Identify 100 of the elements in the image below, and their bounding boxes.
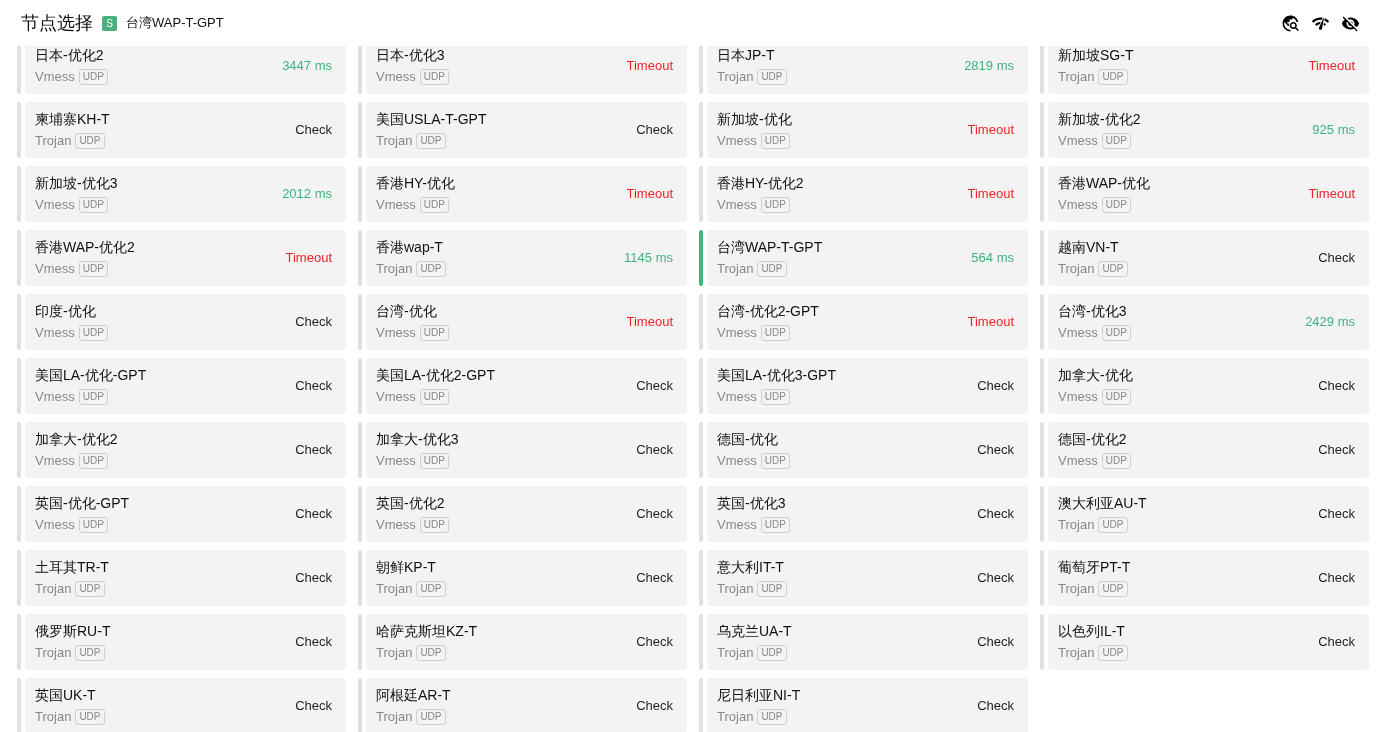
proxy-card[interactable]: 澳大利亚AU-T Trojan UDP Check	[1048, 486, 1369, 542]
latency-button[interactable]: Check	[636, 442, 673, 458]
latency-button[interactable]: Check	[295, 442, 332, 458]
proxy-card[interactable]: 日本-优化3 Vmess UDP Timeout	[366, 46, 687, 94]
latency-button[interactable]: Timeout	[967, 314, 1014, 330]
latency-button[interactable]: Check	[977, 570, 1014, 586]
proxy-card[interactable]: 加拿大-优化3 Vmess UDP Check	[366, 422, 687, 478]
latency-button[interactable]: Check	[1318, 634, 1355, 650]
proxy-card[interactable]: 香港WAP-优化 Vmess UDP Timeout	[1048, 166, 1369, 222]
udp-tag: UDP	[78, 197, 108, 213]
latency-button[interactable]: Check	[1318, 442, 1355, 458]
latency-button[interactable]: Check	[636, 634, 673, 650]
latency-button[interactable]: Check	[1318, 506, 1355, 522]
latency-button[interactable]: Timeout	[626, 58, 673, 74]
proxy-card[interactable]: 日本JP-T Trojan UDP 2819 ms	[707, 46, 1028, 94]
globe-search-icon[interactable]	[1281, 13, 1300, 33]
proxy-card[interactable]: 印度-优化 Vmess UDP Check	[25, 294, 346, 350]
proxy-card[interactable]: 尼日利亚NI-T Trojan UDP Check	[707, 678, 1028, 732]
latency-button[interactable]: Check	[295, 570, 332, 586]
proxy-name: 香港WAP-优化	[1058, 174, 1151, 193]
proxy-card[interactable]: 日本-优化2 Vmess UDP 3447 ms	[25, 46, 346, 94]
latency-button[interactable]: Timeout	[1308, 186, 1355, 202]
udp-tag: UDP	[416, 645, 446, 661]
eye-slash-icon[interactable]	[1341, 13, 1360, 33]
proxy-card[interactable]: 美国LA-优化3-GPT Vmess UDP Check	[707, 358, 1028, 414]
proxy-card[interactable]: 香港WAP-优化2 Vmess UDP Timeout	[25, 230, 346, 286]
proxy-card[interactable]: 意大利IT-T Trojan UDP Check	[707, 550, 1028, 606]
latency-button[interactable]: Check	[295, 634, 332, 650]
proxy-card[interactable]: 土耳其TR-T Trojan UDP Check	[25, 550, 346, 606]
proxy-name: 土耳其TR-T	[35, 558, 109, 577]
latency-button[interactable]: Check	[295, 122, 332, 138]
proxy-card[interactable]: 英国-优化2 Vmess UDP Check	[366, 486, 687, 542]
latency-button[interactable]: Check	[295, 378, 332, 394]
proxy-card[interactable]: 英国-优化-GPT Vmess UDP Check	[25, 486, 346, 542]
proxy-type: Trojan	[376, 581, 413, 597]
proxy-card[interactable]: 香港wap-T Trojan UDP 1145 ms	[366, 230, 687, 286]
proxy-card[interactable]: 俄罗斯RU-T Trojan UDP Check	[25, 614, 346, 670]
proxy-card[interactable]: 新加坡-优化2 Vmess UDP 925 ms	[1048, 102, 1369, 158]
proxy-card[interactable]: 香港HY-优化2 Vmess UDP Timeout	[707, 166, 1028, 222]
latency-button[interactable]: Timeout	[626, 314, 673, 330]
latency-button[interactable]: Check	[295, 698, 332, 714]
proxy-name: 意大利IT-T	[717, 558, 784, 577]
latency-button[interactable]: Timeout	[626, 186, 673, 202]
proxy-type: Vmess	[35, 325, 75, 341]
latency-button[interactable]: Check	[977, 634, 1014, 650]
proxy-card[interactable]: 英国UK-T Trojan UDP Check	[25, 678, 346, 732]
udp-tag: UDP	[1101, 453, 1131, 469]
proxy-card[interactable]: 台湾WAP-T-GPT Trojan UDP 564 ms	[707, 230, 1028, 286]
latency-button[interactable]: Timeout	[967, 122, 1014, 138]
udp-tag: UDP	[760, 325, 790, 341]
proxy-name: 美国USLA-T-GPT	[376, 110, 487, 129]
latency-button[interactable]: Check	[636, 570, 673, 586]
proxy-card[interactable]: 美国LA-优化-GPT Vmess UDP Check	[25, 358, 346, 414]
proxy-card[interactable]: 香港HY-优化 Vmess UDP Timeout	[366, 166, 687, 222]
udp-tag: UDP	[75, 581, 105, 597]
proxy-card[interactable]: 加拿大-优化 Vmess UDP Check	[1048, 358, 1369, 414]
latency-button[interactable]: Check	[636, 378, 673, 394]
proxy-card[interactable]: 以色列IL-T Trojan UDP Check	[1048, 614, 1369, 670]
latency-button[interactable]: Check	[1318, 250, 1355, 266]
latency-button[interactable]: Check	[295, 506, 332, 522]
latency-button[interactable]: Timeout	[285, 250, 332, 266]
proxy-card[interactable]: 葡萄牙PT-T Trojan UDP Check	[1048, 550, 1369, 606]
proxy-card[interactable]: 英国-优化3 Vmess UDP Check	[707, 486, 1028, 542]
proxy-card[interactable]: 美国USLA-T-GPT Trojan UDP Check	[366, 102, 687, 158]
latency-button[interactable]: Check	[977, 378, 1014, 394]
latency-button[interactable]: Timeout	[967, 186, 1014, 202]
latency-button[interactable]: Timeout	[1308, 58, 1355, 74]
latency-button[interactable]: Check	[636, 506, 673, 522]
latency-button[interactable]: Check	[1318, 570, 1355, 586]
proxy-card[interactable]: 哈萨克斯坦KZ-T Trojan UDP Check	[366, 614, 687, 670]
proxy-card[interactable]: 德国-优化 Vmess UDP Check	[707, 422, 1028, 478]
latency-button[interactable]: Check	[1318, 378, 1355, 394]
proxy-type: Trojan	[376, 709, 413, 725]
proxy-card[interactable]: 柬埔寨KH-T Trojan UDP Check	[25, 102, 346, 158]
latency-button[interactable]: Check	[295, 314, 332, 330]
proxy-card[interactable]: 阿根廷AR-T Trojan UDP Check	[366, 678, 687, 732]
proxy-card[interactable]: 德国-优化2 Vmess UDP Check	[1048, 422, 1369, 478]
proxy-card[interactable]: 越南VN-T Trojan UDP Check	[1048, 230, 1369, 286]
proxy-card[interactable]: 乌克兰UA-T Trojan UDP Check	[707, 614, 1028, 670]
udp-tag: UDP	[760, 197, 790, 213]
proxy-card[interactable]: 台湾-优化3 Vmess UDP 2429 ms	[1048, 294, 1369, 350]
proxy-card[interactable]: 新加坡-优化 Vmess UDP Timeout	[707, 102, 1028, 158]
proxy-type: Trojan	[717, 645, 754, 661]
proxy-card[interactable]: 美国LA-优化2-GPT Vmess UDP Check	[366, 358, 687, 414]
proxy-name: 新加坡-优化3	[35, 174, 118, 193]
proxy-card[interactable]: 新加坡-优化3 Vmess UDP 2012 ms	[25, 166, 346, 222]
latency-button[interactable]: Check	[636, 122, 673, 138]
proxy-type: Vmess	[376, 69, 416, 85]
proxy-card[interactable]: 朝鲜KP-T Trojan UDP Check	[366, 550, 687, 606]
proxy-card[interactable]: 加拿大-优化2 Vmess UDP Check	[25, 422, 346, 478]
proxy-type: Trojan	[35, 645, 72, 661]
proxy-card[interactable]: 新加坡SG-T Trojan UDP Timeout	[1048, 46, 1369, 94]
proxy-name: 乌克兰UA-T	[717, 622, 792, 641]
latency-button[interactable]: Check	[977, 506, 1014, 522]
latency-button[interactable]: Check	[636, 698, 673, 714]
latency-button[interactable]: Check	[977, 698, 1014, 714]
proxy-card[interactable]: 台湾-优化 Vmess UDP Timeout	[366, 294, 687, 350]
proxy-card[interactable]: 台湾-优化2-GPT Vmess UDP Timeout	[707, 294, 1028, 350]
proxy-type: Trojan	[1058, 69, 1095, 85]
latency-button[interactable]: Check	[977, 442, 1014, 458]
